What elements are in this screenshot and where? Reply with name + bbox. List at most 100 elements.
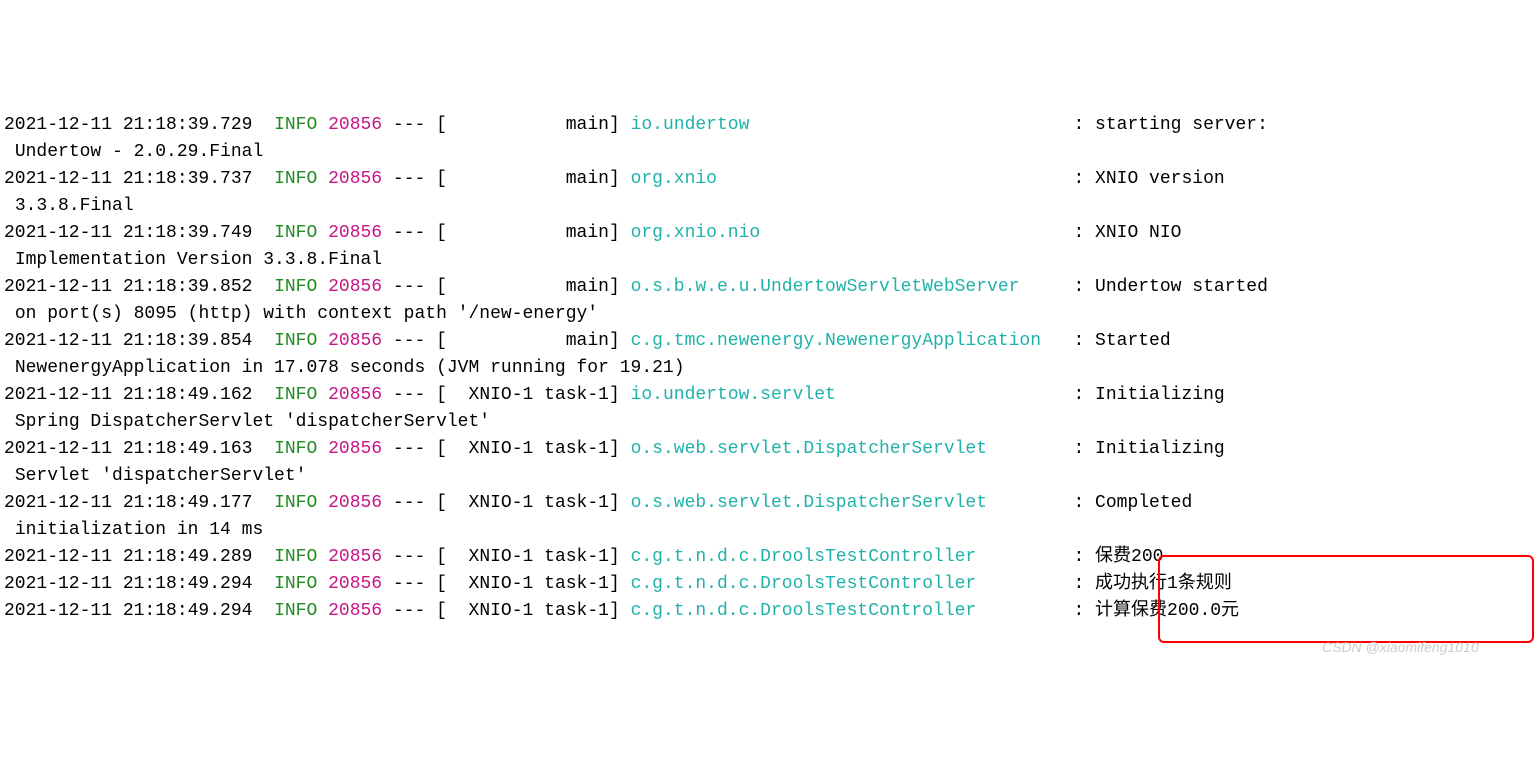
log-line: 2021-12-11 21:18:49.294 INFO 20856 --- […: [4, 571, 1534, 598]
thread-name: [ XNIO-1 task-1]: [436, 547, 630, 567]
log-line: 2021-12-11 21:18:49.289 INFO 20856 --- […: [4, 544, 1534, 571]
log-continuation: NewenergyApplication in 17.078 seconds (…: [4, 355, 1534, 382]
timestamp: 2021-12-11 21:18:39.737: [4, 169, 252, 189]
separator: ---: [382, 493, 436, 513]
log-continuation: Spring DispatcherServlet 'dispatcherServ…: [4, 409, 1534, 436]
timestamp: 2021-12-11 21:18:49.162: [4, 385, 252, 405]
watermark: CSDN @xiaomifeng1010: [1322, 637, 1479, 658]
log-level: INFO: [274, 439, 317, 459]
log-level: INFO: [274, 169, 317, 189]
separator: ---: [382, 277, 436, 297]
thread-name: [ main]: [436, 115, 630, 135]
logger-name: o.s.web.servlet.DispatcherServlet: [631, 439, 1063, 459]
log-message: 保费200: [1095, 547, 1163, 567]
logger-name: org.xnio: [631, 169, 1063, 189]
thread-name: [ main]: [436, 277, 630, 297]
colon-separator: :: [1063, 493, 1095, 513]
separator: ---: [382, 115, 436, 135]
process-id: 20856: [328, 547, 382, 567]
colon-separator: :: [1063, 223, 1095, 243]
thread-name: [ XNIO-1 task-1]: [436, 385, 630, 405]
log-level: INFO: [274, 277, 317, 297]
timestamp: 2021-12-11 21:18:39.852: [4, 277, 252, 297]
process-id: 20856: [328, 574, 382, 594]
colon-separator: :: [1063, 439, 1095, 459]
timestamp: 2021-12-11 21:18:49.177: [4, 493, 252, 513]
process-id: 20856: [328, 223, 382, 243]
log-continuation: 3.3.8.Final: [4, 193, 1534, 220]
logger-name: o.s.b.w.e.u.UndertowServletWebServer: [631, 277, 1063, 297]
continuation-text: initialization in 14 ms: [4, 520, 263, 540]
colon-separator: :: [1063, 115, 1095, 135]
process-id: 20856: [328, 385, 382, 405]
log-level: INFO: [274, 115, 317, 135]
logger-name: c.g.t.n.d.c.DroolsTestController: [631, 574, 1063, 594]
log-message: starting server:: [1095, 115, 1268, 135]
process-id: 20856: [328, 601, 382, 621]
continuation-text: 3.3.8.Final: [4, 196, 134, 216]
log-message: Initializing: [1095, 439, 1225, 459]
logger-name: c.g.t.n.d.c.DroolsTestController: [631, 547, 1063, 567]
thread-name: [ main]: [436, 169, 630, 189]
colon-separator: :: [1063, 169, 1095, 189]
process-id: 20856: [328, 277, 382, 297]
log-message: Initializing: [1095, 385, 1225, 405]
thread-name: [ main]: [436, 331, 630, 351]
timestamp: 2021-12-11 21:18:39.729: [4, 115, 252, 135]
thread-name: [ XNIO-1 task-1]: [436, 601, 630, 621]
thread-name: [ main]: [436, 223, 630, 243]
separator: ---: [382, 331, 436, 351]
log-level: INFO: [274, 385, 317, 405]
logger-name: c.g.t.n.d.c.DroolsTestController: [631, 601, 1063, 621]
thread-name: [ XNIO-1 task-1]: [436, 574, 630, 594]
colon-separator: :: [1063, 277, 1095, 297]
timestamp: 2021-12-11 21:18:49.289: [4, 547, 252, 567]
log-message: Started: [1095, 331, 1171, 351]
timestamp: 2021-12-11 21:18:39.854: [4, 331, 252, 351]
log-line: 2021-12-11 21:18:49.294 INFO 20856 --- […: [4, 598, 1534, 625]
log-level: INFO: [274, 223, 317, 243]
log-output: 2021-12-11 21:18:39.729 INFO 20856 --- […: [4, 112, 1534, 625]
continuation-text: on port(s) 8095 (http) with context path…: [4, 304, 598, 324]
process-id: 20856: [328, 169, 382, 189]
log-level: INFO: [274, 493, 317, 513]
logger-name: o.s.web.servlet.DispatcherServlet: [631, 493, 1063, 513]
colon-separator: :: [1063, 385, 1095, 405]
log-line: 2021-12-11 21:18:39.852 INFO 20856 --- […: [4, 274, 1534, 301]
log-continuation: on port(s) 8095 (http) with context path…: [4, 301, 1534, 328]
separator: ---: [382, 574, 436, 594]
separator: ---: [382, 601, 436, 621]
process-id: 20856: [328, 115, 382, 135]
separator: ---: [382, 547, 436, 567]
log-line: 2021-12-11 21:18:39.729 INFO 20856 --- […: [4, 112, 1534, 139]
logger-name: org.xnio.nio: [631, 223, 1063, 243]
logger-name: io.undertow.servlet: [631, 385, 1063, 405]
timestamp: 2021-12-11 21:18:39.749: [4, 223, 252, 243]
log-level: INFO: [274, 601, 317, 621]
log-line: 2021-12-11 21:18:39.749 INFO 20856 --- […: [4, 220, 1534, 247]
log-message: 计算保费200.0元: [1095, 601, 1239, 621]
separator: ---: [382, 223, 436, 243]
log-line: 2021-12-11 21:18:49.177 INFO 20856 --- […: [4, 490, 1534, 517]
process-id: 20856: [328, 331, 382, 351]
continuation-text: Servlet 'dispatcherServlet': [4, 466, 306, 486]
colon-separator: :: [1063, 601, 1095, 621]
thread-name: [ XNIO-1 task-1]: [436, 439, 630, 459]
process-id: 20856: [328, 493, 382, 513]
colon-separator: :: [1063, 547, 1095, 567]
log-continuation: Servlet 'dispatcherServlet': [4, 463, 1534, 490]
continuation-text: NewenergyApplication in 17.078 seconds (…: [4, 358, 685, 378]
log-continuation: initialization in 14 ms: [4, 517, 1534, 544]
log-message: Undertow started: [1095, 277, 1268, 297]
continuation-text: Spring DispatcherServlet 'dispatcherServ…: [4, 412, 490, 432]
separator: ---: [382, 385, 436, 405]
logger-name: io.undertow: [631, 115, 1063, 135]
separator: ---: [382, 439, 436, 459]
colon-separator: :: [1063, 331, 1095, 351]
log-line: 2021-12-11 21:18:39.854 INFO 20856 --- […: [4, 328, 1534, 355]
log-line: 2021-12-11 21:18:39.737 INFO 20856 --- […: [4, 166, 1534, 193]
timestamp: 2021-12-11 21:18:49.294: [4, 574, 252, 594]
logger-name: c.g.tmc.newenergy.NewenergyApplication: [631, 331, 1063, 351]
log-line: 2021-12-11 21:18:49.163 INFO 20856 --- […: [4, 436, 1534, 463]
log-continuation: Undertow - 2.0.29.Final: [4, 139, 1534, 166]
